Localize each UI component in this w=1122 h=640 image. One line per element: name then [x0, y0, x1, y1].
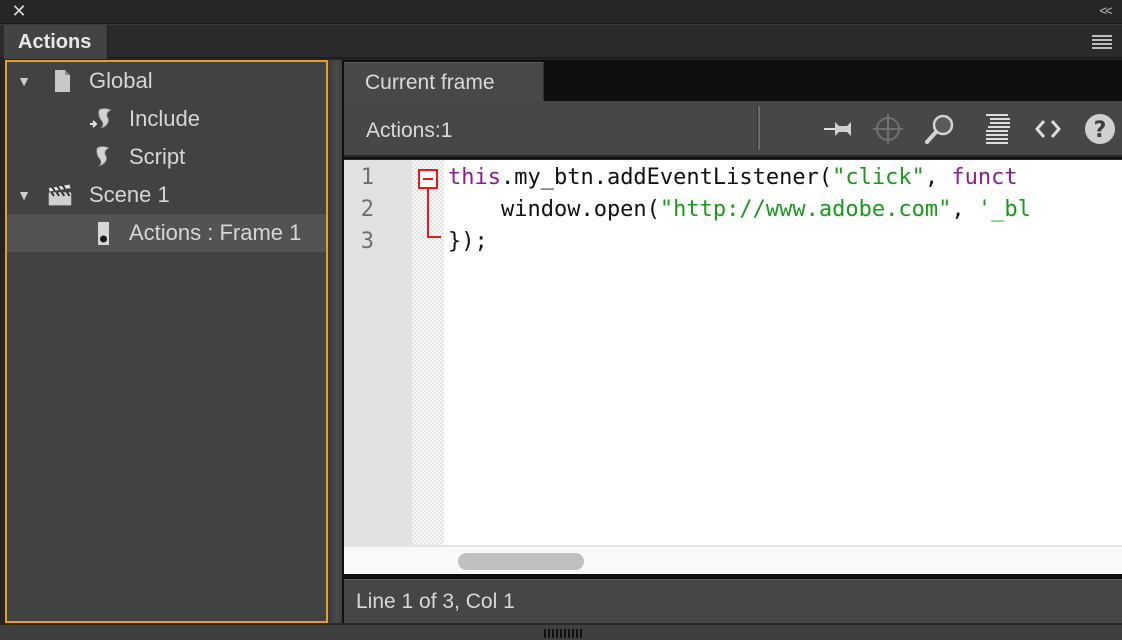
- scrollbar-thumb[interactable]: [458, 553, 584, 570]
- code-string: '_bl: [977, 197, 1031, 222]
- script-location-label: Actions:1: [366, 119, 453, 142]
- code-text: window.open(: [448, 197, 660, 222]
- code-text: });: [448, 229, 488, 254]
- include-script-icon: [90, 108, 112, 129]
- tree-item-global[interactable]: ▼ Global: [7, 62, 326, 100]
- code-line: this.my_btn.addEventListener("click", fu…: [448, 162, 1018, 194]
- document-icon: [55, 70, 70, 92]
- expand-arrow-icon[interactable]: ▼: [15, 62, 33, 100]
- code-line: window.open("http://www.adobe.com", '_bl: [448, 194, 1031, 226]
- code-string: "http://www.adobe.com": [659, 197, 952, 222]
- expand-arrow-icon[interactable]: ▼: [15, 176, 33, 214]
- code-text: .my_btn.addEventListener(: [500, 165, 833, 190]
- fold-range-line: [427, 189, 429, 237]
- format-lines-icon[interactable]: [980, 111, 1016, 147]
- code-text: ,: [924, 165, 952, 190]
- tab-actions[interactable]: Actions: [4, 25, 108, 59]
- script-navigator-tree: ▼ Global Include Script ▼ Scene 1 Action…: [5, 60, 328, 623]
- panel-splitter[interactable]: [328, 60, 342, 623]
- collapse-block-icon[interactable]: [418, 169, 438, 189]
- editor-area: Current frame Actions:1 ? 1 2 3 this.my_…: [342, 60, 1122, 623]
- code-string: "click": [832, 165, 925, 190]
- script-scroll-icon: [96, 146, 110, 167]
- clapperboard-icon: [48, 184, 72, 206]
- code-keyword: funct: [951, 165, 1018, 190]
- tab-current-frame[interactable]: Current frame: [344, 62, 544, 102]
- tree-item-label: Actions : Frame 1: [129, 220, 302, 245]
- status-bar: Line 1 of 3, Col 1: [344, 579, 1122, 623]
- toolbar-separator: [757, 106, 760, 150]
- crosshair-icon[interactable]: [870, 111, 906, 147]
- tree-item-label: Script: [129, 144, 186, 169]
- question-mark-icon[interactable]: ?: [1082, 111, 1118, 147]
- panel-title-strip: ✕ <<: [0, 0, 1122, 24]
- cursor-position-status: Line 1 of 3, Col 1: [356, 590, 515, 613]
- tree-item-label: Include: [129, 106, 200, 131]
- tree-item-actions-frame-1[interactable]: Actions : Frame 1: [7, 214, 326, 252]
- fold-range-end: [427, 236, 441, 238]
- code-keyword: this: [448, 165, 501, 190]
- line-number-gutter: 1 2 3: [344, 160, 412, 545]
- tree-item-label: Scene 1: [89, 182, 170, 207]
- panel-bottom-edge: [0, 623, 1122, 640]
- magnifier-icon[interactable]: [922, 111, 958, 147]
- tree-item-script[interactable]: Script: [7, 138, 326, 176]
- hamburger-menu-icon[interactable]: [1092, 35, 1112, 49]
- code-line: });: [448, 226, 488, 258]
- close-icon[interactable]: ✕: [11, 2, 27, 20]
- panel-tab-bar: Actions: [0, 24, 1122, 59]
- angle-brackets-icon[interactable]: [1030, 111, 1066, 147]
- line-number: 2: [360, 197, 374, 222]
- editor-toolbar: Actions:1 ?: [344, 101, 1122, 157]
- line-number: 1: [360, 165, 374, 190]
- tree-item-scene-1[interactable]: ▼ Scene 1: [7, 176, 326, 214]
- double-chevron-left-icon[interactable]: <<: [1096, 3, 1114, 19]
- code-text: ,: [951, 197, 978, 222]
- line-number: 3: [360, 229, 374, 254]
- tree-item-include[interactable]: Include: [7, 100, 326, 138]
- tree-item-label: Global: [89, 68, 153, 93]
- horizontal-scrollbar[interactable]: [344, 545, 1122, 574]
- pin-icon[interactable]: [820, 111, 856, 147]
- code-editor[interactable]: 1 2 3 this.my_btn.addEventListener("clic…: [344, 159, 1122, 574]
- resize-grip-icon[interactable]: [544, 629, 582, 638]
- svg-text:?: ?: [1094, 118, 1107, 143]
- frame-keyframe-icon: [98, 222, 109, 245]
